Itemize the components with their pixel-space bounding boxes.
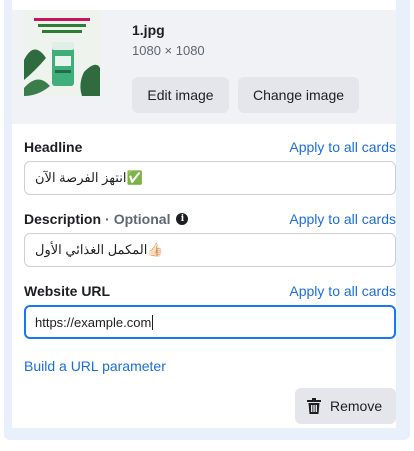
- website-url-input[interactable]: https://example.com: [24, 305, 396, 339]
- headline-apply-to-all-link[interactable]: Apply to all cards: [289, 139, 396, 155]
- remove-label: Remove: [330, 398, 383, 414]
- build-url-parameter-link[interactable]: Build a URL parameter: [24, 358, 166, 374]
- change-image-button[interactable]: Change image: [238, 77, 359, 113]
- optional-tag: Optional: [113, 211, 171, 227]
- image-dimensions: 1080 × 1080: [132, 43, 205, 58]
- website-url-apply-to-all-link[interactable]: Apply to all cards: [289, 283, 396, 299]
- info-icon[interactable]: i: [176, 213, 189, 225]
- description-input[interactable]: المكمل الغذائي الأول👍🏻: [24, 233, 396, 267]
- remove-button[interactable]: Remove: [295, 388, 396, 424]
- description-label: Description · Optional i: [24, 211, 189, 227]
- headline-input[interactable]: انتهز الفرصة الآن✅: [24, 161, 396, 195]
- website-url-value: https://example.com: [35, 314, 152, 330]
- website-url-label-text: Website URL: [24, 283, 111, 299]
- headline-label: Headline: [24, 139, 82, 155]
- website-url-label: Website URL: [24, 283, 110, 299]
- description-label-text: Description: [24, 211, 102, 227]
- description-value: المكمل الغذائي الأول👍🏻: [35, 242, 164, 257]
- file-name: 1.jpg: [132, 22, 165, 38]
- image-thumbnail: [24, 10, 100, 96]
- trash-icon: [307, 398, 321, 414]
- headline-label-text: Headline: [24, 139, 83, 155]
- headline-value: انتهز الفرصة الآن✅: [35, 170, 143, 185]
- description-apply-to-all-link[interactable]: Apply to all cards: [289, 211, 396, 227]
- text-caret: [152, 314, 154, 330]
- label-separator: ·: [105, 211, 110, 227]
- edit-image-button[interactable]: Edit image: [132, 77, 229, 113]
